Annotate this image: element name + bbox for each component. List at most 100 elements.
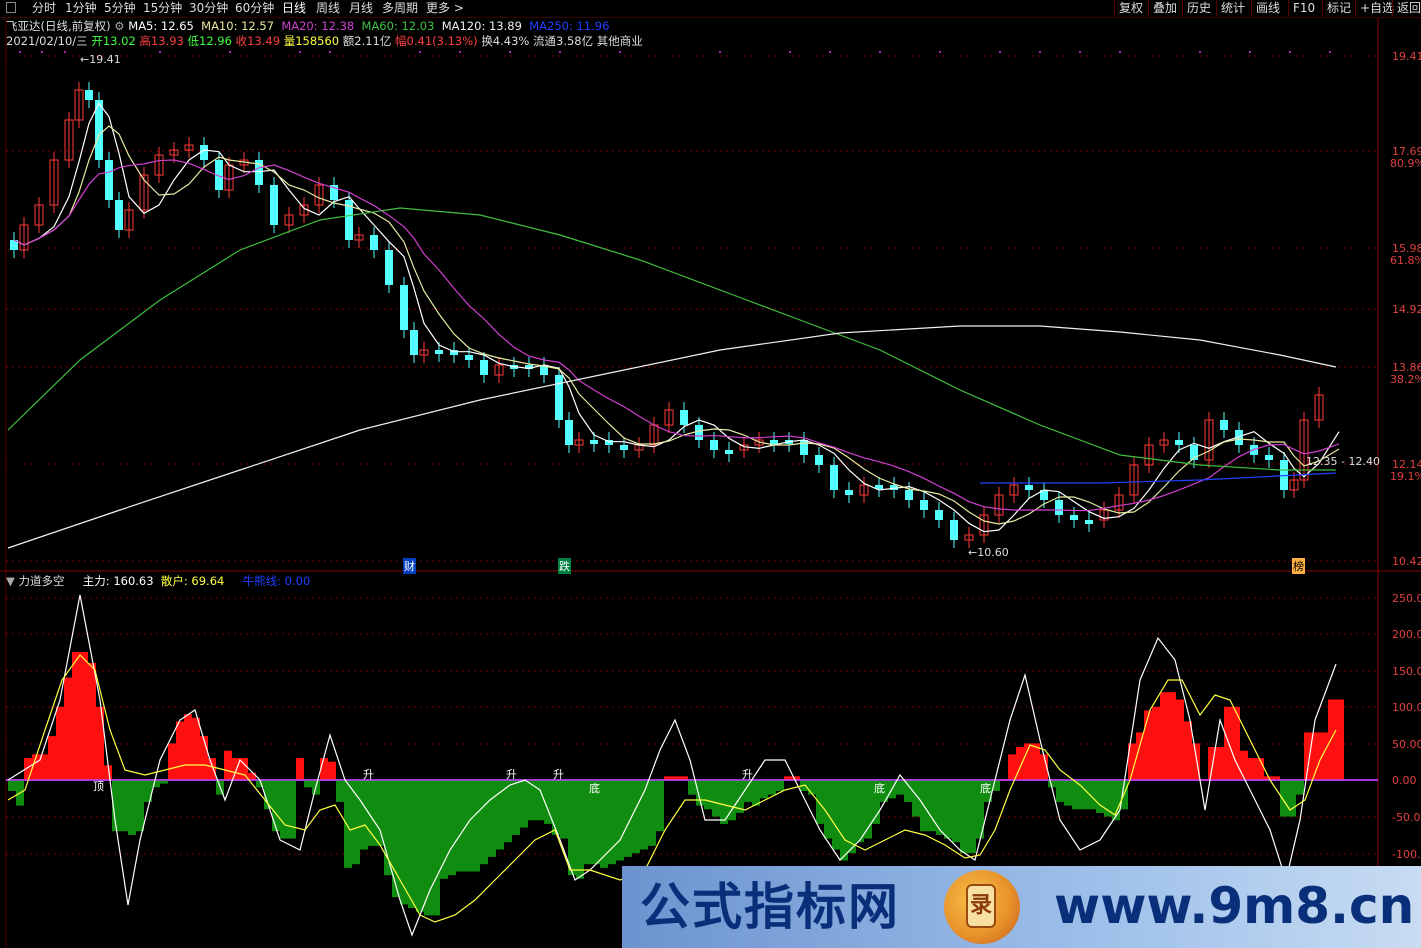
histogram-bar	[392, 780, 400, 898]
mark-button[interactable]: 标记	[1322, 0, 1355, 16]
histogram-bar	[1184, 721, 1192, 780]
histogram-bar	[952, 780, 960, 843]
histogram-bar	[1152, 706, 1160, 780]
finance-marker[interactable]: 财	[403, 558, 416, 574]
candle-body	[770, 440, 778, 444]
signal-dot	[1289, 51, 1291, 53]
ranking-marker[interactable]: 榜	[1292, 558, 1305, 574]
watermark-site-name: 公式指标网	[640, 878, 900, 936]
tab-1min[interactable]: 1分钟	[65, 0, 97, 16]
histogram-bar	[864, 780, 872, 839]
quote-sector: 其他商业	[596, 34, 643, 48]
ma10-label: MA10: 12.57	[201, 19, 275, 33]
tab-15min[interactable]: 15分钟	[143, 0, 182, 16]
histogram-bar	[1224, 706, 1232, 780]
histogram-bar	[472, 780, 480, 872]
candle-body	[385, 250, 393, 285]
histogram-bar	[360, 780, 368, 850]
chart-canvas[interactable]	[0, 0, 1421, 948]
draw-button[interactable]: 画线	[1251, 0, 1284, 16]
period-toolbar: 分时 1分钟 5分钟 15分钟 30分钟 60分钟 日线 周线 月线 多周期 更…	[0, 0, 1421, 18]
watermark-banner: 公式指标网 录 www.9m8.cn	[622, 866, 1421, 948]
signal-dot	[299, 51, 301, 53]
signal-rise: 升	[553, 768, 564, 781]
menu-icon[interactable]	[6, 2, 16, 13]
histogram-bar	[1280, 780, 1288, 817]
histogram-bar	[56, 706, 64, 780]
signal-dot	[559, 51, 561, 53]
candle-body	[920, 500, 928, 510]
histogram-bar	[1288, 780, 1296, 817]
price-axis-label: 10.42	[1392, 555, 1421, 568]
histogram-bar	[488, 780, 496, 857]
candle-body	[465, 355, 473, 360]
candle-body	[85, 90, 93, 100]
signal-rise: 升	[363, 768, 374, 781]
tab-more[interactable]: 更多 >	[426, 0, 464, 16]
histogram-bar	[1312, 732, 1320, 780]
histogram-bar	[88, 662, 96, 780]
candle-body	[565, 420, 573, 445]
histogram-bar	[304, 780, 312, 788]
histogram-bar	[272, 780, 280, 832]
histogram-bar	[1320, 732, 1328, 780]
candle-body	[1055, 500, 1063, 515]
tab-fenshi[interactable]: 分时	[32, 0, 56, 16]
history-button[interactable]: 历史	[1182, 0, 1215, 16]
back-button[interactable]: 返回	[1392, 0, 1421, 16]
tab-daily[interactable]: 日线	[282, 0, 306, 16]
indicator-axis-label: 250.00	[1392, 592, 1421, 605]
watermark-logo-glyph: 录	[966, 884, 996, 928]
range-label: 12.35 - 12.40	[1306, 455, 1380, 468]
candle-body	[815, 455, 823, 465]
sanhu-value: 散户: 69.64	[160, 574, 225, 588]
pct-axis-label: 19.1%	[1390, 470, 1421, 483]
quote-low: 低12.96	[187, 34, 232, 48]
histogram-bar	[960, 780, 968, 854]
histogram-bar	[824, 780, 832, 839]
tab-weekly[interactable]: 周线	[316, 0, 340, 16]
ma5-label: MA5: 12.65	[128, 19, 194, 33]
histogram-bar	[136, 780, 144, 832]
indicator-axis-label: -100.00	[1392, 848, 1421, 861]
overlay-button[interactable]: 叠加	[1148, 0, 1181, 16]
histogram-bar	[904, 780, 912, 802]
histogram-bar	[616, 780, 624, 861]
tab-30min[interactable]: 30分钟	[189, 0, 228, 16]
signal-dot	[159, 51, 161, 53]
settings-icon[interactable]: ⚙	[114, 19, 124, 33]
histogram-bar	[560, 780, 568, 839]
tab-monthly[interactable]: 月线	[349, 0, 373, 16]
stats-button[interactable]: 统计	[1216, 0, 1249, 16]
signal-dot	[879, 51, 881, 53]
histogram-bar	[1096, 780, 1104, 813]
candle-body	[1070, 515, 1078, 520]
histogram-bar	[8, 780, 16, 791]
histogram-bar	[184, 714, 192, 780]
histogram-bar	[1104, 780, 1112, 817]
tab-5min[interactable]: 5分钟	[104, 0, 136, 16]
candle-body	[710, 440, 718, 450]
histogram-bar	[760, 780, 768, 799]
indicator-name[interactable]: 力道多空	[19, 574, 65, 588]
histogram-bar	[208, 758, 216, 780]
tab-multi-period[interactable]: 多周期	[382, 0, 418, 16]
indicator-dropdown-icon[interactable]: ▼	[6, 574, 15, 588]
drop-marker[interactable]: 跌	[558, 558, 571, 574]
indicator-axis-label: -50.00	[1392, 811, 1421, 824]
histogram-bar	[64, 677, 72, 780]
fuquan-button[interactable]: 复权	[1114, 0, 1147, 16]
histogram-bar	[536, 780, 544, 821]
indicator-header: ▼ 力道多空 主力: 160.63 散户: 69.64 牛熊线: 0.00	[6, 574, 310, 588]
histogram-bar	[416, 780, 424, 912]
quote-amount: 额2.11亿	[342, 34, 392, 48]
histogram-bar	[776, 780, 784, 791]
f10-button[interactable]: F10	[1288, 0, 1319, 16]
tab-60min[interactable]: 60分钟	[235, 0, 274, 16]
candle-body	[410, 330, 418, 355]
histogram-bar	[576, 780, 584, 879]
histogram-bar	[816, 780, 824, 824]
candle-body	[115, 200, 123, 230]
candle-body	[1085, 520, 1093, 524]
candle-body	[1220, 420, 1228, 430]
